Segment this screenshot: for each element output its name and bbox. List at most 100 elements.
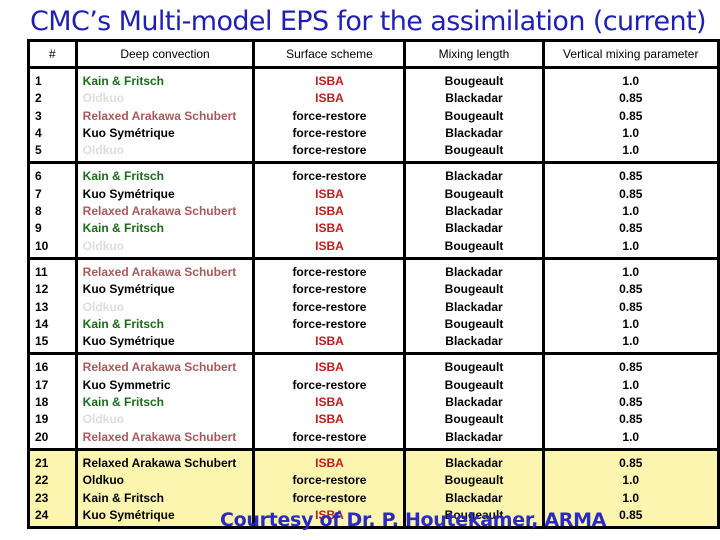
deep-convection-cell: Relaxed Arakawa Schubert [82, 360, 237, 375]
member-group: 11 12 13 14 15 Relaxed Arakawa Schubert Kuo Sy… [27, 258, 720, 356]
member-number: 16 [35, 360, 49, 375]
member-number: 20 [35, 429, 49, 444]
member-group-row: 16 17 18 19 20 Relaxed Arakawa Schubert Kuo Sy… [27, 353, 720, 451]
deep-convection-column: Relaxed Arakawa Schubert Kuo Symétrique Ol… [74, 258, 256, 356]
header-vertical-mixing-parameter: Vertical mixing parameter [541, 40, 720, 69]
surface-scheme-column: force-restore force-restore force-restore f… [252, 258, 407, 356]
mixing-length-column: Blackadar Bougeault Blackadar Bougeault Blac… [403, 258, 545, 356]
deep-convection-cell: Relaxed Arakawa Schubert [82, 429, 237, 444]
deep-convection-cell: Kain & Fritsch [82, 221, 165, 236]
vertical-mixing-column: 0.85 0.85 1.0 0.85 1.0 [541, 162, 720, 260]
surface-scheme-cell: ISBA [315, 221, 344, 236]
surface-scheme-cell: force-restore [292, 490, 367, 505]
slide-title: CMC’s Multi-model EPS for the assimilati… [30, 6, 706, 37]
deep-convection-cell: Kuo Symétrique [82, 282, 175, 297]
deep-convection-cell: Oldkuo [82, 238, 124, 253]
vertical-mixing-cell: 1.0 [622, 429, 640, 444]
mixing-length-cell: Blackadar [445, 395, 503, 410]
mixing-length-column: Bougeault Blackadar Bougeault Blackadar Boug… [403, 67, 545, 165]
mixing-length-cell: Bougeault [444, 316, 504, 331]
surface-scheme-cell: ISBA [315, 360, 344, 375]
mixing-length-cell: Blackadar [445, 169, 503, 184]
mixing-length-column: Bougeault Bougeault Blackadar Bougeault Blac… [403, 353, 545, 451]
member-number: 6 [35, 169, 42, 184]
deep-convection-cell: Kuo Symétrique [82, 125, 175, 140]
member-number: 21 22 23 24 [27, 449, 78, 530]
mixing-length-cell: Bougeault [444, 186, 504, 201]
vertical-mixing-cell: 1.0 [622, 264, 640, 279]
deep-convection-cell: Kain & Fritsch [82, 74, 165, 88]
mixing-length-cell: Bougeault [444, 377, 504, 392]
surface-scheme-cell: ISBA [315, 186, 344, 201]
member-number: 10 [35, 238, 49, 253]
member-group-row: 6 7 8 9 10 Kain & Fritsch Kuo Symétrique Relaxe… [27, 162, 720, 260]
member-group: 6 7 8 9 10 Kain & Fritsch Kuo Symétrique Relaxe… [27, 162, 720, 260]
mixing-length-cell: Bougeault [444, 473, 504, 488]
vertical-mixing-cell: 1.0 [622, 473, 640, 488]
surface-scheme-cell: ISBA [315, 334, 344, 349]
vertical-mixing-cell: 0.85 [619, 221, 643, 236]
surface-scheme-column: force-restore ISBA ISBA ISBA ISBA [252, 162, 407, 260]
member-number: 18 [35, 395, 49, 410]
deep-convection-cell: Kain & Fritsch [82, 490, 165, 505]
member-group: 1 2 3 4 5 Kain & Fritsch Oldkuo Relaxed Arakaw… [27, 67, 720, 165]
vertical-mixing-cell: 0.85 [619, 395, 643, 410]
surface-scheme-cell: force-restore [292, 299, 367, 314]
vertical-mixing-cell: 0.85 [619, 360, 643, 375]
member-group: 16 17 18 19 20 Relaxed Arakawa Schubert Kuo Sy… [27, 353, 720, 451]
vertical-mixing-cell: 1.0 [622, 238, 640, 253]
vertical-mixing-column: 1.0 0.85 0.85 1.0 1.0 [541, 67, 720, 165]
vertical-mixing-cell: 1.0 [622, 334, 640, 349]
surface-scheme-cell: force-restore [292, 108, 367, 123]
surface-scheme-cell: force-restore [292, 282, 367, 297]
member-number: 14 [35, 316, 49, 331]
member-number: 12 [35, 282, 49, 297]
deep-convection-cell: Relaxed Arakawa Schubert [82, 455, 237, 470]
mixing-length-cell: Blackadar [445, 125, 503, 140]
deep-convection-column: Relaxed Arakawa Schubert Kuo Symmetric Kai… [74, 353, 256, 451]
member-number: 7 [35, 186, 42, 201]
deep-convection-column: Kain & Fritsch Kuo Symétrique Relaxed Arak… [74, 162, 256, 260]
mixing-length-cell: Bougeault [444, 74, 504, 88]
mixing-length-cell: Blackadar [445, 455, 503, 470]
mixing-length-cell: Blackadar [445, 91, 503, 106]
vertical-mixing-cell: 1.0 [622, 143, 640, 158]
member-number: 19 [35, 412, 49, 427]
member-number: 13 [35, 299, 49, 314]
header-surface-scheme: Surface scheme [252, 40, 407, 69]
mixing-length-cell: Bougeault [444, 108, 504, 123]
vertical-mixing-cell: 1.0 [622, 316, 640, 331]
deep-convection-cell: Kain & Fritsch [82, 395, 165, 410]
header-member-number: # [27, 40, 78, 69]
member-number: 24 [35, 507, 49, 522]
surface-scheme-cell: ISBA [315, 412, 344, 427]
vertical-mixing-column: 0.85 1.0 0.85 0.85 1.0 [541, 353, 720, 451]
surface-scheme-cell: ISBA [315, 395, 344, 410]
courtesy-credit: Courtesy of Dr. P. Houtekamer, ARMA [220, 509, 607, 531]
vertical-mixing-column: 1.0 0.85 0.85 1.0 1.0 [541, 258, 720, 356]
mixing-length-cell: Blackadar [445, 299, 503, 314]
eps-configuration-table: # Deep convection Surface scheme Mixing … [27, 39, 720, 530]
mixing-length-cell: Blackadar [445, 429, 503, 444]
member-number: 6 7 8 9 10 [27, 162, 78, 260]
surface-scheme-cell: ISBA [315, 91, 344, 106]
vertical-mixing-cell: 1.0 [622, 125, 640, 140]
mixing-length-cell: Blackadar [445, 490, 503, 505]
deep-convection-cell: Oldkuo [82, 473, 124, 488]
deep-convection-cell: Relaxed Arakawa Schubert [82, 264, 237, 279]
vertical-mixing-cell: 0.85 [619, 186, 643, 201]
member-number: 3 [35, 108, 42, 123]
vertical-mixing-cell: 0.85 [619, 282, 643, 297]
surface-scheme-cell: ISBA [315, 204, 344, 219]
member-number: 1 2 3 4 5 [27, 67, 78, 165]
member-group-row: 11 12 13 14 15 Relaxed Arakawa Schubert Kuo Sy… [27, 258, 720, 356]
vertical-mixing-cell: 0.85 [619, 91, 643, 106]
header-mixing-length: Mixing length [403, 40, 545, 69]
surface-scheme-cell: force-restore [292, 169, 367, 184]
member-number: 23 [35, 490, 49, 505]
deep-convection-cell: Kain & Fritsch [82, 316, 165, 331]
vertical-mixing-cell: 0.85 [619, 299, 643, 314]
surface-scheme-column: ISBA force-restore ISBA ISBA force-restore [252, 353, 407, 451]
surface-scheme-cell: ISBA [315, 455, 344, 470]
surface-scheme-cell: force-restore [292, 264, 367, 279]
